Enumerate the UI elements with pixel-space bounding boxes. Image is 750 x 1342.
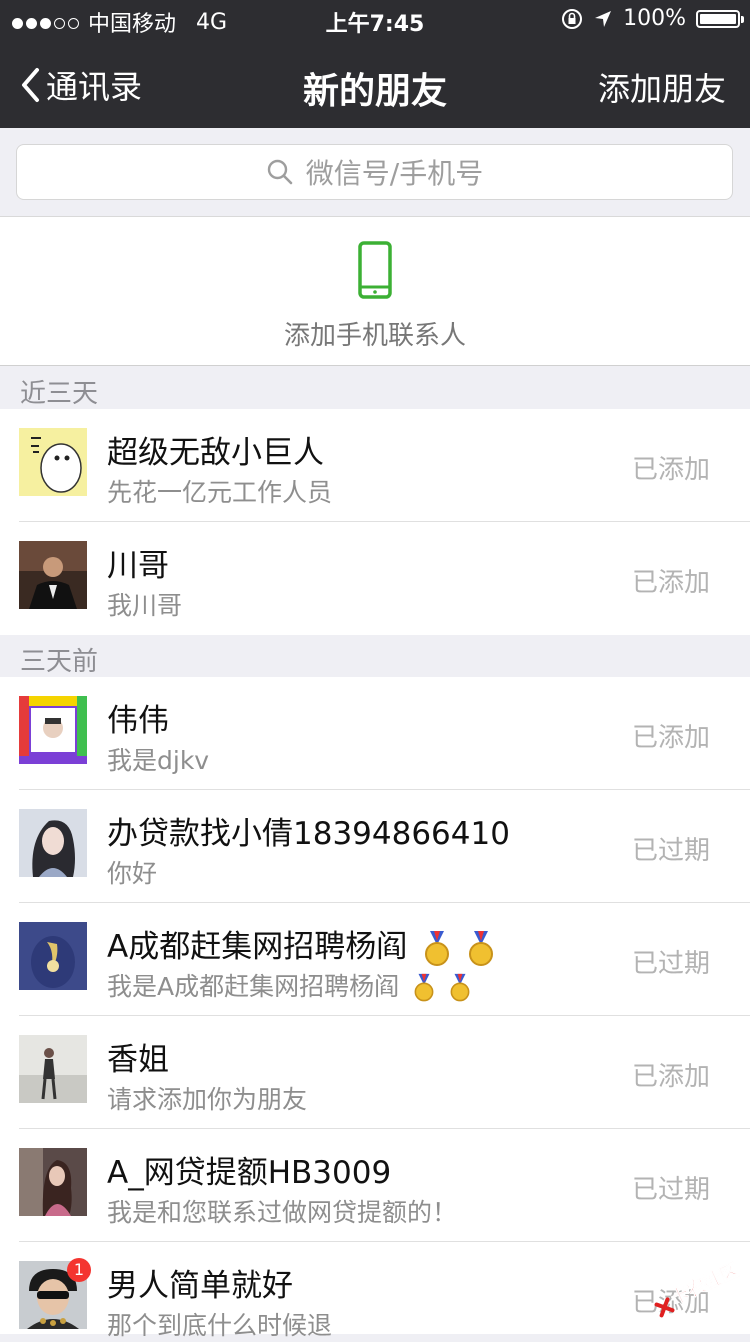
contact-name-wrapper: A成都赶集网招聘杨阎 (107, 921, 495, 967)
search-area: 微信号/手机号 (0, 128, 750, 216)
avatar (19, 1148, 87, 1216)
unread-badge: 1 (67, 1258, 91, 1282)
search-input[interactable]: 微信号/手机号 (16, 144, 733, 200)
status-label: 已添加 (631, 568, 710, 598)
watermark-logo: 卡农社区 (646, 1250, 746, 1320)
avatar (19, 809, 87, 877)
battery-icon (696, 9, 744, 28)
status-label: 已添加 (631, 455, 710, 485)
contact-name: 香姐 (107, 1042, 169, 1078)
location-arrow-icon (595, 10, 612, 27)
contact-message: 我是A成都赶集网招聘杨阎 (107, 972, 400, 1001)
search-placeholder: 微信号/手机号 (305, 157, 484, 190)
contact-message: 那个到底什么时候退 (107, 1311, 333, 1340)
section-title: 近三天 (20, 379, 99, 409)
kanong-logo-icon: 卡农社区 (654, 1259, 742, 1318)
avatar (19, 696, 87, 764)
orientation-lock-icon (562, 8, 583, 29)
mobile-phone-icon (358, 241, 392, 299)
medal-icon (414, 973, 434, 1002)
battery-percent: 100% (623, 6, 686, 31)
list-item[interactable]: 伟伟 我是djkv 已添加 (0, 677, 750, 790)
contact-message: 先花一亿元工作人员 (107, 478, 333, 507)
list-item[interactable]: 办贷款找小倩18394866410 你好 已过期 (0, 790, 750, 903)
medal-icon (468, 930, 493, 966)
add-friend-button[interactable]: 添加朋友 (598, 64, 726, 110)
add-phone-contacts-label: 添加手机联系人 (283, 321, 466, 351)
contact-message: 请求添加你为朋友 (107, 1085, 308, 1114)
search-icon (267, 159, 293, 185)
medal-icon (450, 973, 470, 1002)
status-label: 已添加 (631, 1062, 710, 1092)
section-header-recent: 近三天 (0, 367, 750, 409)
avatar (19, 541, 87, 609)
medal-icon (425, 930, 450, 966)
list-item[interactable]: A成都赶集网招聘杨阎 我是A成都赶集网招聘杨阎 已过期 (0, 903, 750, 1016)
list-item[interactable]: 1 男人简单就好 那个到底什么时候退 已添加 (0, 1242, 750, 1340)
list-item[interactable]: A_网贷提额HB3009 我是和您联系过做网贷提额的！ 已过期 (0, 1129, 750, 1242)
contact-name: 超级无敌小巨人 (107, 435, 324, 471)
contact-message: 我是djkv (107, 746, 210, 775)
status-label: 已过期 (631, 949, 710, 979)
contact-name: A_网贷提额HB3009 (107, 1155, 392, 1191)
section-header-earlier: 三天前 (0, 635, 750, 677)
contact-message: 我是和您联系过做网贷提额的！ (107, 1198, 458, 1227)
avatar (19, 428, 87, 496)
list-item[interactable]: 超级无敌小巨人 先花一亿元工作人员 已添加 (0, 409, 750, 522)
contact-message: 我川哥 (107, 591, 183, 620)
status-label: 已添加 (631, 723, 710, 753)
status-label: 已过期 (631, 836, 710, 866)
section-title: 三天前 (20, 647, 99, 677)
contact-name: A成都赶集网招聘杨阎 (107, 929, 408, 965)
contact-name: 川哥 (107, 548, 169, 584)
navigation-bar: 通讯录 新的朋友 添加朋友 (0, 40, 750, 128)
contact-message: 你好 (107, 859, 158, 888)
avatar (19, 1035, 87, 1103)
contact-name: 办贷款找小倩18394866410 (107, 816, 510, 852)
avatar (19, 922, 87, 990)
list-item[interactable]: 川哥 我川哥 已添加 (0, 522, 750, 635)
contact-name: 男人简单就好 (107, 1268, 293, 1304)
contact-message-wrapper: 我是A成都赶集网招聘杨阎 (107, 967, 471, 1003)
watermark-text: 卡农社区 (667, 1259, 742, 1309)
status-label: 已过期 (631, 1175, 710, 1205)
status-bar: 中国移动 4G 上午7:45 100% (0, 0, 750, 40)
add-phone-contacts-button[interactable]: 添加手机联系人 (0, 216, 750, 366)
list-item[interactable]: 香姐 请求添加你为朋友 已添加 (0, 1016, 750, 1129)
contact-name: 伟伟 (107, 703, 169, 739)
